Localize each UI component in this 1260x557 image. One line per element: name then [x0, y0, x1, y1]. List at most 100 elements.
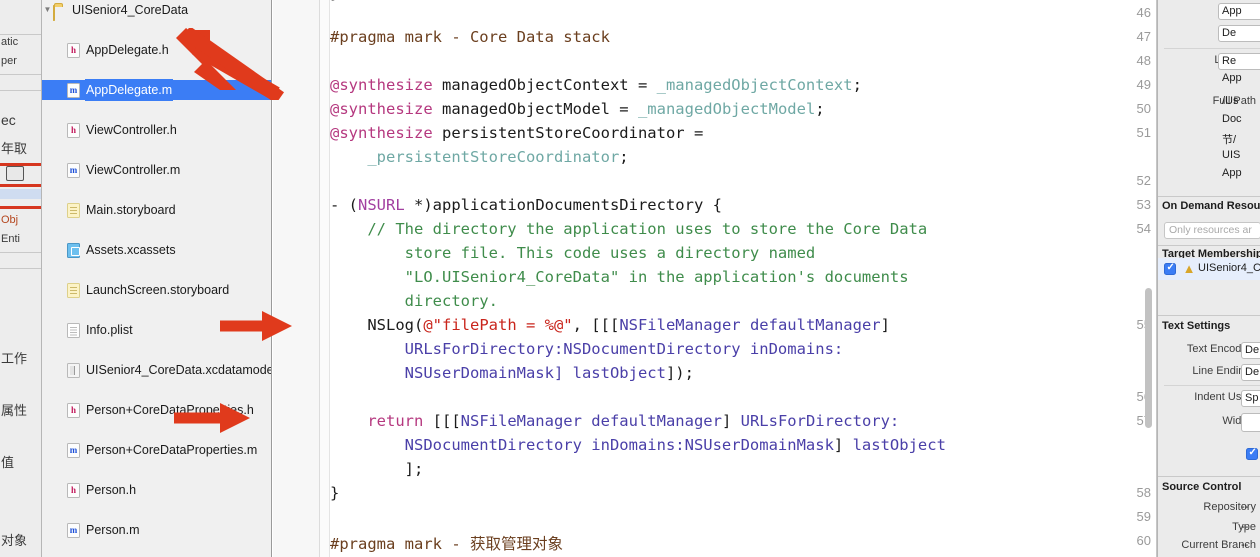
navigator-item-launchscreen-storyboard[interactable]: LaunchScreen.storyboard [42, 280, 271, 300]
code-line-57-cont2: ]; [330, 460, 424, 478]
navigator-item-info-plist[interactable]: Info.plist [42, 320, 271, 340]
code-line-54: // The directory the application uses to… [330, 220, 928, 238]
implementation-file-icon: m [67, 82, 81, 98]
navigator-item-person-m[interactable]: m Person.m [42, 520, 271, 540]
code-token-pragma: #pragma mark - Core Data stack [330, 28, 610, 46]
name-field[interactable]: App [1218, 3, 1260, 20]
navigator-item-label: ViewController.m [86, 163, 181, 177]
navigator-group-root[interactable]: ▼ UISenior4_CoreData [42, 0, 271, 21]
code-token-pragma-cn: #pragma mark - 获取管理对象 [330, 535, 563, 553]
source-control-header: Source Control [1162, 481, 1242, 493]
project-navigator[interactable]: ▼ UISenior4_CoreData h AppDelegate.h m A… [42, 0, 272, 557]
file-inspector-panel[interactable]: Name App Type De Location Re App Full Pa… [1157, 0, 1260, 557]
code-line-54-cont1: store file. This code uses a directory n… [330, 244, 816, 262]
current-branch-value: -- [1241, 539, 1249, 551]
target-membership-checkbox[interactable] [1164, 262, 1176, 275]
code-line-51: @synthesize persistentStoreCoordinator = [330, 124, 704, 142]
target-membership-name: UISenior4_C [1198, 262, 1260, 274]
left-fragment-6: 工作 [1, 351, 28, 366]
header-file-icon: h [67, 42, 81, 58]
code-line-55-cont2: NSUserDomainMask] lastObject]); [330, 364, 694, 382]
left-fragment-9: 对象 [1, 533, 28, 548]
navigator-item-appdelegate-m[interactable]: m AppDelegate.m [42, 80, 271, 100]
navigator-item-xcdatamodeld[interactable]: UISenior4_CoreData.xcdatamodeld [42, 360, 271, 380]
text-encoding-select[interactable]: De [1241, 342, 1260, 359]
navigator-item-person-h[interactable]: h Person.h [42, 480, 271, 500]
navigator-item-main-storyboard[interactable]: Main.storyboard [42, 200, 271, 220]
implementation-file-icon: m [67, 522, 81, 538]
full-path-line: App [1222, 167, 1242, 179]
full-path-line: 节/ [1222, 134, 1237, 146]
code-line-54-cont3: directory. [330, 292, 498, 310]
scrollbar-thumb[interactable] [1145, 288, 1152, 428]
asset-catalog-icon [67, 242, 81, 258]
navigator-item-label: Person.m [86, 523, 140, 537]
location-filename: App [1222, 72, 1242, 84]
code-line-58: } [330, 484, 340, 502]
source-code-editor[interactable]: 46 47 48 49 50 51 52 53 54 55 56 57 58 5… [273, 0, 1157, 557]
code-line-50: @synthesize managedObjectModel = _manage… [330, 100, 825, 118]
target-app-icon: ▲ [1182, 261, 1196, 276]
type-select[interactable]: De [1218, 25, 1260, 42]
code-line-55-cont1: URLsForDirectory:NSDocumentDirectory inD… [330, 340, 844, 358]
code-line-57: return [[[NSFileManager defaultManager] … [367, 412, 900, 430]
left-fragment-1: per [1, 55, 17, 67]
header-file-icon: h [67, 122, 81, 138]
line-number-gutter [273, 0, 320, 557]
disclosure-triangle-down-icon[interactable]: ▼ [42, 0, 53, 20]
plist-file-icon [67, 322, 81, 338]
left-fragment-4: Obj [1, 214, 19, 226]
navigator-item-label: ViewController.h [86, 123, 177, 137]
navigator-item-label: Person.h [86, 483, 137, 497]
navigator-item-label: AppDelegate.h [86, 43, 169, 57]
header-file-icon: h [67, 482, 81, 498]
sc-type-value: -- [1241, 521, 1249, 533]
code-line-partial: } [330, 0, 339, 2]
left-fragment-3: 年取 [1, 141, 28, 156]
indent-using-select[interactable]: Sp [1241, 390, 1260, 407]
left-fragment-0: atic [1, 36, 19, 48]
navigator-item-viewcontroller-m[interactable]: m ViewController.m [42, 160, 271, 180]
datamodel-file-icon [67, 362, 81, 378]
navigator-item-viewcontroller-h[interactable]: h ViewController.h [42, 120, 271, 140]
code-line-54-cont2: "LO.UISenior4_CoreData" in the applicati… [330, 268, 909, 286]
left-fragment-5: Enti [1, 233, 20, 245]
storyboard-file-icon [67, 202, 81, 218]
navigator-item-label: Main.storyboard [86, 203, 176, 217]
full-path-line: UIS [1222, 149, 1241, 161]
implementation-file-icon: m [67, 162, 81, 178]
implementation-file-icon: m [67, 442, 81, 458]
navigator-item-label: UISenior4_CoreData.xcdatamodeld [86, 363, 272, 377]
widths-field[interactable] [1241, 413, 1260, 432]
header-file-icon: h [67, 402, 81, 418]
navigator-item-label: Assets.xcassets [86, 243, 176, 257]
code-line-57-cont1: NSDocumentDirectory inDomains:NSUserDoma… [330, 436, 946, 454]
code-folding-ribbon[interactable] [320, 0, 330, 557]
left-fragment-8: 值 [1, 455, 15, 470]
on-demand-resources-input[interactable]: Only resources ar [1164, 222, 1260, 239]
code-text-area[interactable]: } #pragma mark - Core Data stack @synthe… [330, 0, 1157, 557]
line-endings-select[interactable]: De [1241, 364, 1260, 381]
code-line-49: @synthesize managedObjectContext = _mana… [330, 76, 862, 94]
code-line-53: - (NSURL *)applicationDocumentsDirectory… [330, 196, 722, 214]
navigator-item-assets-xcassets[interactable]: Assets.xcassets [42, 240, 271, 260]
code-line-60: #pragma mark - 获取管理对象 [330, 532, 563, 554]
repository-value: -- [1241, 501, 1249, 513]
navigator-item-appdelegate-h[interactable]: h AppDelegate.h [42, 40, 271, 60]
navigator-item-label: Person+CoreDataProperties.m [86, 443, 258, 457]
code-line-55: NSLog(@"filePath = %@", [[[NSFileManager… [330, 316, 890, 334]
editor-vertical-scrollbar[interactable] [1144, 0, 1153, 557]
navigator-item-label: Info.plist [86, 323, 133, 337]
wrap-lines-checkbox[interactable] [1246, 447, 1258, 460]
location-select[interactable]: Re [1218, 53, 1260, 70]
navigator-item-person-coredataproperties-m[interactable]: m Person+CoreDataProperties.m [42, 440, 271, 460]
navigator-item-label: Person+CoreDataProperties.h [86, 403, 254, 417]
folder-icon [53, 3, 67, 21]
navigator-item-label: LaunchScreen.storyboard [86, 283, 230, 297]
full-path-line: /Us [1222, 95, 1239, 107]
code-line-51-cont: _persistentStoreCoordinator; [367, 148, 629, 166]
left-fragment-2: ec [1, 112, 16, 128]
code-line-47: #pragma mark - Core Data stack [330, 28, 610, 46]
navigator-item-person-coredataproperties-h[interactable]: h Person+CoreDataProperties.h [42, 400, 271, 420]
xcode-window: atic per ec 年取 Obj Enti 工作 属性 值 对象 ▼ UIS… [0, 0, 1260, 557]
